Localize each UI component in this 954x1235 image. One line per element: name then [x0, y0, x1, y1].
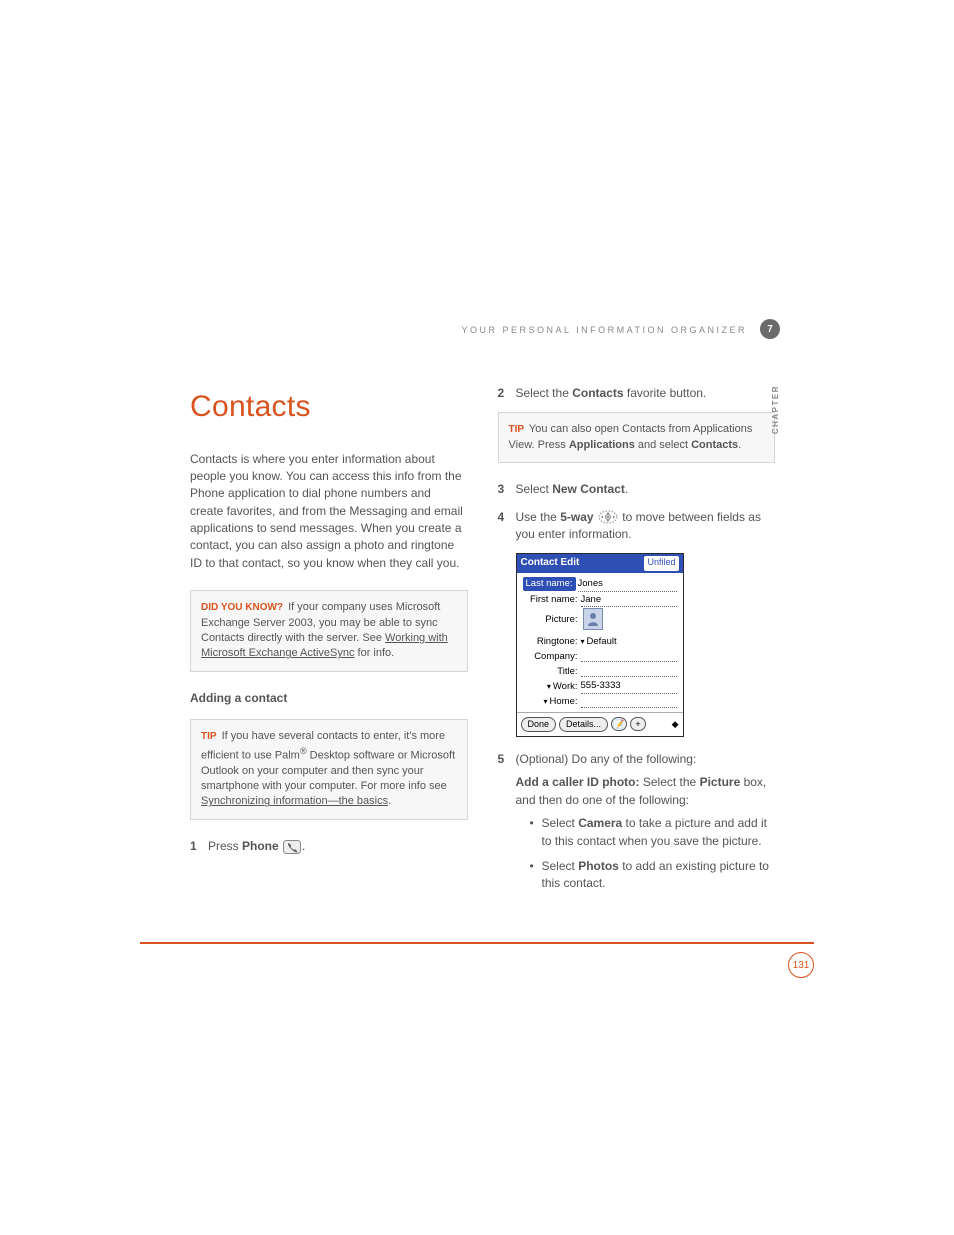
tip-callout-2: TIP You can also open Contacts from Appl…: [498, 412, 776, 463]
b2a: Select: [542, 859, 579, 873]
ss-button-row: Done Details... 📝 + ◆: [517, 712, 683, 736]
step-4-num: 4: [498, 509, 516, 544]
dyk-tag: DID YOU KNOW?: [201, 602, 283, 613]
step-5-p1c: Picture: [700, 775, 741, 789]
step-3-num: 3: [498, 481, 516, 498]
registered-mark: ®: [300, 746, 307, 756]
tip1-tag: TIP: [201, 731, 217, 742]
ss-firstname-label: First name:: [523, 593, 581, 607]
step-2-b: Contacts: [572, 386, 623, 400]
five-way-icon: [598, 510, 618, 524]
intro-paragraph: Contacts is where you enter information …: [190, 451, 468, 573]
step-3-a: Select: [516, 482, 553, 496]
step-5-p1a: Add a caller ID photo:: [516, 775, 640, 789]
step-4: 4 Use the 5-way to move between fields a…: [498, 509, 776, 544]
step-5-p1b: Select the: [640, 775, 700, 789]
footer-rule: [140, 942, 814, 944]
tip-callout-1: TIP If you have several contacts to ente…: [190, 719, 468, 820]
ss-home-val: [581, 697, 677, 708]
phone-key-icon: [283, 840, 301, 854]
step-3: 3 Select New Contact.: [498, 481, 776, 498]
step-5-bullet-2: Select Photos to add an existing picture…: [530, 858, 776, 893]
b2b: Photos: [578, 859, 619, 873]
right-column: 2 Select the Contacts favorite button. T…: [498, 385, 776, 911]
step-5-lead: (Optional) Do any of the following:: [516, 751, 776, 768]
ss-updown-icon: ◆: [672, 718, 679, 731]
ss-body: Last name:Jones First name:Jane Picture:…: [517, 573, 683, 712]
ss-category: Unfiled: [644, 556, 678, 571]
ss-ringtone-val: Default: [581, 635, 677, 649]
tip2-tag: TIP: [509, 424, 525, 435]
step-5-bullet-1: Select Camera to take a picture and add …: [530, 815, 776, 850]
b1b: Camera: [578, 816, 622, 830]
ss-firstname-val: Jane: [581, 593, 677, 608]
ss-done-button: Done: [521, 717, 557, 732]
step-1-num: 1: [190, 838, 208, 855]
step-4-b: 5-way: [560, 510, 593, 524]
ss-title-val: [581, 666, 677, 677]
tip2-d: Contacts: [691, 439, 738, 451]
ss-add-button: +: [630, 717, 646, 731]
step-2-c: favorite button.: [624, 386, 707, 400]
contact-edit-screenshot: Contact Edit Unfiled Last name:Jones Fir…: [516, 553, 684, 737]
ss-company-label: Company:: [523, 650, 581, 664]
step-2-a: Select the: [516, 386, 573, 400]
step-1-b: Phone: [242, 839, 279, 853]
step-1-c: [279, 839, 282, 853]
subheading: Adding a contact: [190, 690, 468, 707]
ss-details-button: Details...: [559, 717, 608, 732]
ss-title: Contact Edit: [521, 556, 580, 571]
ss-ringtone-label: Ringtone:: [523, 635, 581, 649]
step-4-a: Use the: [516, 510, 561, 524]
left-column: Contacts Contacts is where you enter inf…: [190, 385, 468, 911]
step-2-num: 2: [498, 385, 516, 402]
dyk-text-after: for info.: [354, 647, 394, 659]
step-1-d: .: [302, 839, 305, 853]
ss-home-label: Home:: [523, 695, 581, 709]
chapter-label: CHAPTER: [771, 385, 780, 434]
step-5: 5 (Optional) Do any of the following: Ad…: [498, 751, 776, 901]
ss-work-val: 555-3333: [581, 679, 677, 694]
tip2-c: and select: [635, 439, 691, 451]
step-4-c: [594, 510, 597, 524]
did-you-know-callout: DID YOU KNOW? If your company uses Micro…: [190, 590, 468, 672]
section-title: Contacts: [190, 385, 468, 429]
step-1-a: Press: [208, 839, 242, 853]
step-2: 2 Select the Contacts favorite button.: [498, 385, 776, 402]
tip1-link[interactable]: Synchronizing information—the basics: [201, 795, 388, 807]
ss-titlebar: Contact Edit Unfiled: [517, 554, 683, 573]
running-header: YOUR PERSONAL INFORMATION ORGANIZER: [461, 325, 747, 335]
tip2-e: .: [738, 439, 741, 451]
step-3-c: .: [625, 482, 628, 496]
ss-picture-placeholder: [583, 608, 603, 630]
ss-company-val: [581, 651, 677, 662]
ss-lastname-label: Last name:: [523, 577, 576, 591]
ss-title-label: Title:: [523, 665, 581, 679]
step-1: 1 Press Phone .: [190, 838, 468, 855]
step-3-b: New Contact: [552, 482, 625, 496]
ss-note-button: 📝: [611, 717, 627, 731]
tip1-after: .: [388, 795, 391, 807]
b1a: Select: [542, 816, 579, 830]
ss-picture-label: Picture:: [523, 613, 581, 627]
tip2-b: Applications: [569, 439, 635, 451]
ss-work-label: Work:: [523, 680, 581, 694]
chapter-number-badge: 7: [760, 319, 780, 339]
page-number: 131: [788, 952, 814, 978]
step-5-num: 5: [498, 751, 516, 901]
ss-lastname-val: Jones: [578, 577, 677, 592]
